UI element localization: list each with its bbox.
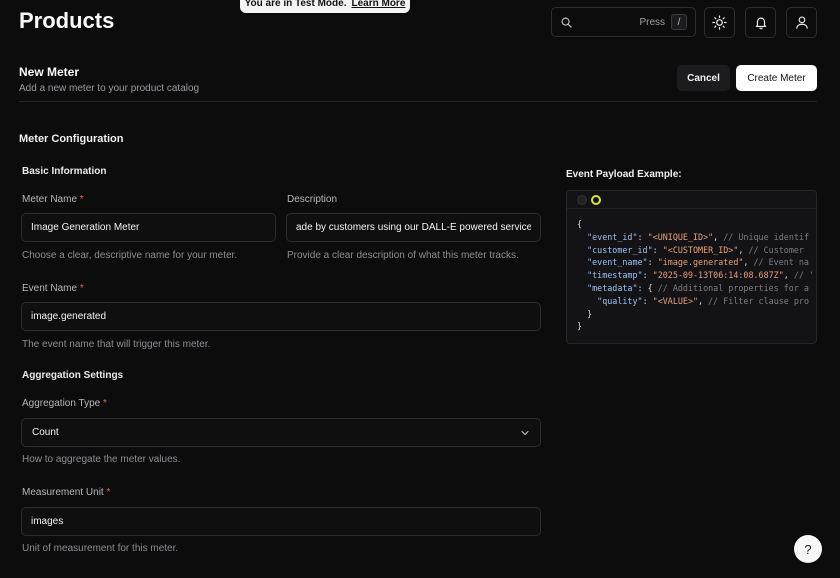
aggregation-type-label-text: Aggregation Type (22, 398, 101, 409)
code-value: "image.generated" (657, 257, 744, 268)
sun-icon (712, 15, 727, 30)
search-icon (561, 17, 572, 28)
event-name-label: Event Name * (22, 283, 84, 294)
chevron-down-icon (521, 430, 529, 435)
code-key: "customer_id" (587, 244, 653, 255)
event-name-help: The event name that will trigger this me… (22, 339, 211, 350)
meter-name-help: Choose a clear, descriptive name for you… (22, 250, 238, 261)
header-divider (19, 101, 817, 102)
code-value: "<UNIQUE_ID>" (647, 231, 714, 242)
code-brace: } (577, 321, 583, 332)
user-icon (795, 16, 808, 29)
meter-name-input[interactable] (21, 213, 276, 242)
measurement-unit-label-text: Measurement Unit (22, 487, 104, 498)
code-value: "2025-09-13T06:14:08.687Z" (652, 270, 784, 281)
code-comment: // ' (793, 270, 815, 281)
new-meter-subtitle: Add a new meter to your product catalog (19, 83, 200, 94)
aggregation-type-select[interactable]: Count (21, 418, 541, 447)
code-comment: // Customer (748, 244, 804, 255)
event-payload-code-block: { "event_id": "<UNIQUE_ID>", // Unique i… (566, 190, 817, 344)
meter-configuration-heading: Meter Configuration (19, 133, 124, 145)
search-shortcut-key: / (671, 14, 687, 30)
code-comment: // Event na (753, 257, 809, 268)
learn-more-link[interactable]: Learn More (351, 0, 405, 9)
code-brace: } (587, 308, 593, 319)
measurement-unit-label: Measurement Unit * (22, 487, 110, 498)
test-mode-banner: You are in Test Mode. Learn More (240, 0, 410, 13)
aggregation-settings-heading: Aggregation Settings (22, 370, 124, 381)
cancel-button[interactable]: Cancel (677, 65, 730, 91)
event-payload-title: Event Payload Example: (566, 169, 682, 180)
code-brace: { (577, 219, 583, 229)
aggregation-type-label: Aggregation Type * (22, 398, 107, 409)
notifications-button[interactable] (745, 7, 776, 38)
code-value: "<CUSTOMER_ID>" (662, 244, 739, 255)
code-key: "event_id" (587, 231, 638, 242)
aggregation-type-help: How to aggregate the meter values. (22, 454, 181, 465)
basic-information-heading: Basic Information (22, 166, 107, 177)
window-dot-icon (577, 194, 587, 205)
description-label: Description (287, 194, 338, 205)
event-name-label-text: Event Name (22, 283, 78, 294)
create-meter-button[interactable]: Create Meter (736, 65, 817, 91)
theme-toggle-button[interactable] (704, 7, 735, 38)
profile-button[interactable] (786, 7, 817, 38)
code-value: "<VALUE>" (652, 295, 699, 306)
meter-name-label-text: Meter Name (22, 194, 78, 205)
event-name-input[interactable] (21, 302, 541, 331)
bell-icon (755, 17, 766, 30)
measurement-unit-help: Unit of measurement for this meter. (22, 543, 179, 554)
code-comment: // Unique identif (723, 231, 809, 242)
code-key: "timestamp" (587, 270, 643, 281)
required-marker: * (106, 487, 111, 498)
required-marker: * (103, 398, 107, 409)
help-button[interactable]: ? (794, 535, 822, 563)
page-title: Products (19, 8, 115, 33)
search-placeholder: Press (639, 16, 665, 28)
code-key: "metadata" (587, 282, 638, 293)
code-key: "event_name" (587, 257, 648, 268)
measurement-unit-input[interactable] (21, 507, 541, 536)
code-block-toolbar (567, 191, 816, 209)
description-help: Provide a clear description of what this… (287, 250, 519, 261)
window-dot-active-icon (591, 194, 601, 205)
code-comment: // Filter clause pro (708, 295, 809, 306)
meter-name-label: Meter Name * (22, 194, 84, 205)
required-marker: * (79, 194, 84, 205)
search-box[interactable]: Press / (551, 7, 696, 37)
new-meter-heading: New Meter (19, 65, 80, 79)
test-mode-text: You are in Test Mode. (244, 0, 347, 9)
code-comment: // Additional properties for a (657, 282, 809, 293)
description-input[interactable] (286, 213, 541, 242)
required-marker: * (79, 283, 84, 294)
aggregation-type-value: Count (32, 427, 59, 438)
code-key: "quality" (597, 295, 643, 306)
payload-json: { "event_id": "<UNIQUE_ID>", // Unique i… (577, 219, 815, 332)
